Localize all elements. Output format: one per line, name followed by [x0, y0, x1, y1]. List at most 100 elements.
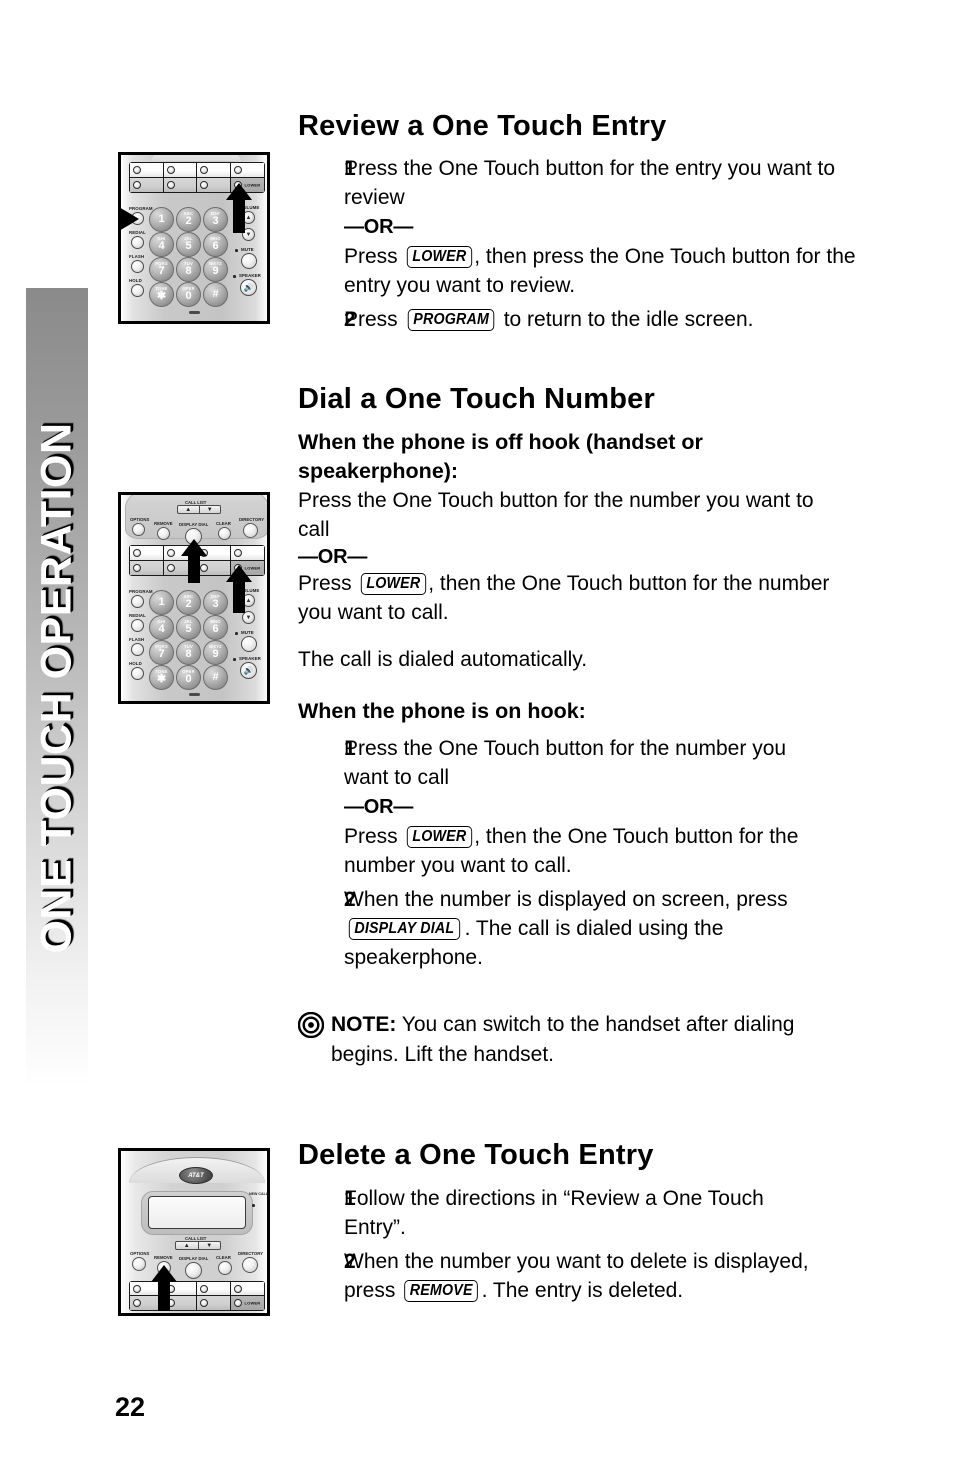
press-word: Press — [298, 571, 358, 595]
step-lead-text: When the number is displayed on screen, … — [344, 887, 788, 911]
speaker-indicator-led — [233, 658, 236, 661]
key-5[interactable]: JKL 5 — [176, 615, 201, 640]
step-text: Press PROGRAM to return to the idle scre… — [344, 306, 898, 335]
one-touch-key-dot — [166, 180, 175, 189]
flash-button[interactable] — [131, 260, 144, 273]
directory-button[interactable] — [243, 523, 258, 538]
mute-button[interactable] — [241, 636, 257, 652]
options-button[interactable] — [132, 1257, 146, 1271]
keycap-lower[interactable]: LOWER — [406, 825, 472, 848]
key-3[interactable]: DEF 3 — [203, 590, 228, 615]
call-list-down-button[interactable]: ▼ — [197, 1242, 221, 1249]
key-4[interactable]: GHI 4 — [149, 615, 174, 640]
call-list-scroll-bar[interactable]: ▲ ▼ — [177, 505, 221, 514]
one-touch-button[interactable] — [163, 163, 197, 178]
key-0[interactable]: OPER 0 — [176, 282, 201, 307]
one-touch-key-dot — [133, 165, 141, 174]
hold-button[interactable] — [131, 667, 144, 680]
key-4[interactable]: GHI 4 — [149, 232, 174, 257]
key-6[interactable]: MNO 6 — [203, 615, 228, 640]
program-button[interactable] — [131, 595, 144, 608]
keycap-display-dial[interactable]: DISPLAY DIAL — [348, 917, 460, 940]
one-touch-key-dot — [200, 165, 208, 174]
one-touch-button[interactable] — [230, 546, 264, 561]
one-touch-key-dot — [166, 548, 175, 557]
options-button[interactable] — [132, 523, 145, 536]
call-list-down-button[interactable]: ▼ — [198, 506, 221, 513]
one-touch-button-grid: LOWER — [129, 1281, 265, 1311]
hold-button[interactable] — [131, 284, 144, 297]
note-block: NOTE: You can switch to the handset afte… — [298, 1010, 843, 1069]
clear-button[interactable] — [218, 527, 231, 540]
directory-button-label: DIRECTORY — [239, 517, 265, 522]
one-touch-button[interactable] — [197, 1296, 231, 1310]
remove-button[interactable] — [157, 527, 170, 540]
redial-button-label: REDIAL — [129, 613, 146, 618]
one-touch-key-dot — [133, 563, 141, 572]
key-5[interactable]: JKL 5 — [176, 232, 201, 257]
key-star[interactable]: TONE ✱ — [149, 665, 174, 690]
key-7[interactable]: PQRS 7 — [149, 640, 174, 665]
microphone-slot — [189, 311, 200, 314]
one-touch-button[interactable] — [130, 163, 164, 178]
press-word: Press — [344, 824, 404, 848]
display-dial-button[interactable] — [185, 1262, 202, 1279]
key-2[interactable]: ABC 2 — [176, 590, 201, 615]
one-touch-button[interactable] — [130, 560, 164, 575]
step-number: 2 — [344, 887, 356, 911]
step-tail: to return to the idle screen. — [497, 307, 754, 331]
step-text: Press the One Touch button for the entry… — [344, 155, 898, 300]
one-touch-key-dot — [233, 165, 242, 174]
key-1[interactable]: 1 — [149, 207, 174, 232]
call-list-up-button[interactable]: ▲ — [176, 1242, 198, 1249]
key-1[interactable]: 1 — [149, 590, 174, 615]
step-number: 1 — [344, 157, 356, 181]
key-pound[interactable]: # — [203, 665, 228, 690]
heading-dial-a-one-touch-number: Dial a One Touch Number — [298, 382, 655, 415]
key-0[interactable]: OPER 0 — [176, 665, 201, 690]
speaker-icon: 🔊 — [243, 666, 254, 675]
keycap-remove[interactable]: REMOVE — [404, 1279, 479, 1302]
key-8[interactable]: TUV 8 — [176, 640, 201, 665]
figure-review-one-touch: LOWER PROGRAM REDIAL FLASH HOLD 1 ABC 2 D… — [118, 152, 270, 324]
step-line-1: Press the One Touch button for the numbe… — [344, 737, 787, 790]
one-touch-button[interactable] — [130, 177, 164, 192]
note-label: NOTE: — [331, 1013, 397, 1037]
key-3[interactable]: DEF 3 — [203, 207, 228, 232]
mute-button[interactable] — [241, 253, 257, 269]
key-6[interactable]: MNO 6 — [203, 232, 228, 257]
arrow-pointing-to-remove — [151, 1265, 177, 1311]
step-tail: . The entry is deleted. — [481, 1278, 684, 1302]
one-touch-button[interactable] — [230, 163, 264, 178]
redial-button[interactable] — [131, 619, 144, 632]
key-pound[interactable]: # — [203, 282, 228, 307]
call-list-scroll-bar[interactable]: ▲ ▼ — [175, 1241, 221, 1250]
redial-button[interactable] — [131, 236, 144, 249]
directory-button[interactable] — [242, 1257, 258, 1273]
one-touch-button[interactable] — [197, 1282, 231, 1296]
one-touch-key-dot — [200, 180, 208, 189]
key-star[interactable]: TONE ✱ — [149, 282, 174, 307]
step-line-2: Press LOWER, then press the One Touch bu… — [344, 243, 898, 301]
key-2[interactable]: ABC 2 — [176, 207, 201, 232]
one-touch-button[interactable] — [197, 163, 231, 178]
key-7[interactable]: PQRS 7 — [149, 257, 174, 282]
one-touch-button[interactable] — [230, 1282, 264, 1296]
keycap-lower[interactable]: LOWER — [360, 572, 426, 596]
speakerphone-button[interactable]: 🔊 — [240, 662, 257, 679]
one-touch-button[interactable] — [130, 546, 164, 561]
key-8[interactable]: TUV 8 — [176, 257, 201, 282]
or-separator: —OR— — [298, 545, 368, 568]
keycap-program[interactable]: PROGRAM — [407, 308, 495, 332]
one-touch-button[interactable] — [163, 177, 197, 192]
new-call-indicator-led — [252, 1204, 255, 1207]
flash-button[interactable] — [131, 643, 144, 656]
brand-logo: AT&T — [179, 1167, 213, 1184]
lower-button[interactable]: LOWER — [230, 1296, 264, 1310]
speakerphone-button[interactable]: 🔊 — [240, 279, 257, 296]
clear-button[interactable] — [218, 1261, 232, 1275]
key-9[interactable]: WXYZ 9 — [203, 640, 228, 665]
keycap-lower[interactable]: LOWER — [406, 245, 472, 269]
key-9[interactable]: WXYZ 9 — [203, 257, 228, 282]
call-list-up-button[interactable]: ▲ — [178, 506, 199, 513]
